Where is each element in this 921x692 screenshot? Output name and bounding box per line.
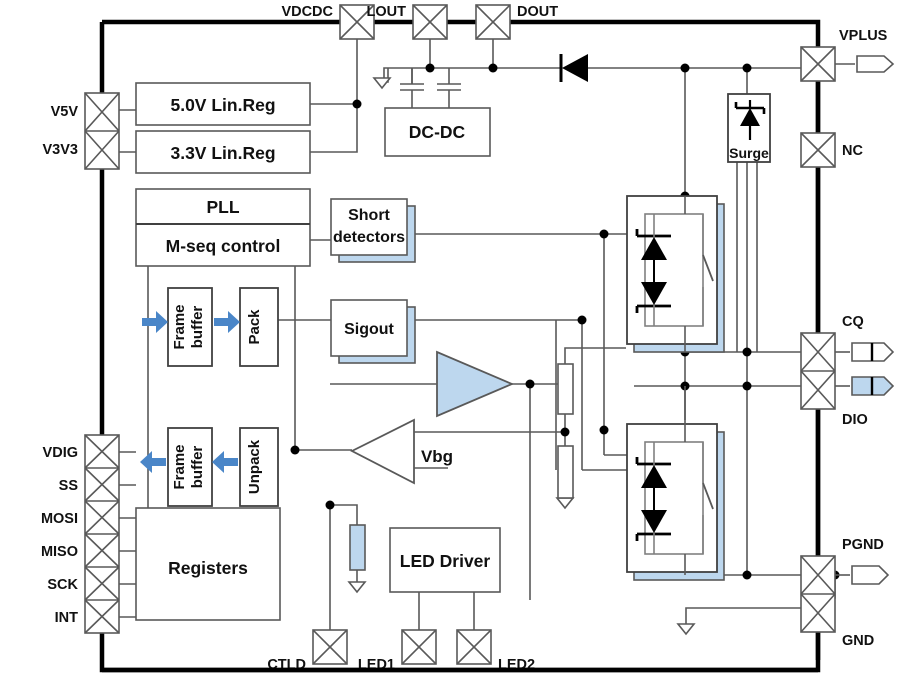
- pad-label-mosi: MOSI: [41, 511, 78, 527]
- pad-label-vplus: VPLUS: [839, 28, 888, 44]
- pad-label-cq: CQ: [842, 314, 864, 330]
- pad-label-pgnd: PGND: [842, 537, 884, 553]
- vbg-comparator: Vbg: [350, 418, 453, 485]
- block-label-mseq: M-seq control: [166, 236, 281, 256]
- pad-label-vdcdc: VDCDC: [281, 4, 333, 20]
- pad-block-pgnd-gnd[interactable]: PGND GND: [800, 537, 890, 649]
- block-sigout: Sigout: [330, 299, 416, 364]
- block-registers: Registers: [135, 507, 281, 621]
- pad-nc[interactable]: NC: [800, 132, 863, 168]
- pad-vplus[interactable]: VPLUS: [800, 28, 895, 82]
- block-label-led-driver: LED Driver: [400, 551, 491, 571]
- resistor-divider-top: [557, 363, 574, 415]
- pad-label-vdig: VDIG: [43, 445, 78, 461]
- block-label-unpack: Unpack: [246, 439, 263, 494]
- block-label-vbg: Vbg: [421, 447, 453, 466]
- block-lin-reg-5v: 5.0V Lin.Reg: [135, 82, 311, 126]
- pad-block-digital[interactable]: VDIG SS MOSI MISO SCK INT: [41, 434, 120, 634]
- output-switch-high-side: [626, 195, 725, 353]
- block-frame-buffer-rx: Frame buffer: [167, 427, 213, 507]
- blocking-diode: [559, 54, 588, 82]
- block-short-detectors: Short detectors: [330, 198, 416, 263]
- block-surge: Surge: [727, 93, 771, 163]
- block-unpack: Unpack: [239, 427, 279, 507]
- pad-label-lout: LOUT: [367, 4, 407, 20]
- flow-arrow-tx-2: [214, 311, 240, 333]
- block-label-lin-reg-3v3: 3.3V Lin.Reg: [170, 143, 275, 163]
- block-dcdc: DC-DC: [384, 107, 491, 157]
- pad-label-miso: MISO: [41, 544, 78, 560]
- pad-ctld[interactable]: CTLD: [267, 629, 348, 673]
- block-lin-reg-3v3: 3.3V Lin.Reg: [135, 130, 311, 174]
- output-switch-low-side: [626, 386, 725, 581]
- block-label-sigout: Sigout: [344, 321, 394, 338]
- resistor-divider-bottom: [557, 445, 574, 499]
- buffer-amplifier: [436, 350, 515, 418]
- flow-arrow-rx-1: [140, 451, 166, 473]
- pad-label-v5v: V5V: [51, 104, 79, 120]
- block-label-lin-reg-5v: 5.0V Lin.Reg: [170, 95, 275, 115]
- pad-label-sck: SCK: [47, 577, 78, 593]
- block-label-pack: Pack: [246, 309, 263, 345]
- pad-led2[interactable]: LED2: [456, 629, 535, 673]
- block-label-frame-buffer-rx-2: buffer: [189, 446, 206, 489]
- pad-label-v3v3: V3V3: [43, 142, 78, 158]
- block-pack: Pack: [239, 287, 279, 367]
- flow-arrow-rx-2: [212, 451, 238, 473]
- block-label-short-detectors-2: detectors: [333, 229, 405, 246]
- block-label-pll: PLL: [206, 197, 239, 217]
- block-label-frame-buffer-rx-1: Frame: [171, 444, 188, 489]
- connector-vplus: [856, 55, 895, 73]
- pad-led1[interactable]: LED1: [358, 629, 437, 673]
- block-label-short-detectors-1: Short: [348, 207, 390, 224]
- pad-label-nc: NC: [842, 143, 863, 159]
- pad-label-int: INT: [55, 610, 79, 626]
- pad-label-gnd: GND: [842, 633, 874, 649]
- ic-block-diagram: VDCDC LOUT DOUT V5V V3V3 VDIG SS MOSI MI…: [41, 4, 895, 673]
- pad-label-dout: DOUT: [517, 4, 558, 20]
- pad-block-cq-dio[interactable]: CQ DIO: [800, 314, 895, 428]
- flow-arrow-tx-1: [142, 311, 168, 333]
- resistor-ctld: [349, 524, 366, 571]
- block-label-registers: Registers: [168, 558, 248, 578]
- block-label-dcdc: DC-DC: [409, 122, 466, 142]
- block-led-driver: LED Driver: [389, 527, 501, 593]
- block-label-frame-buffer-tx-2: buffer: [189, 306, 206, 349]
- block-frame-buffer-tx: Frame buffer: [167, 287, 213, 367]
- connector-pgnd: [851, 565, 890, 585]
- block-label-frame-buffer-tx-1: Frame: [171, 304, 188, 349]
- block-diagram-canvas: VDCDC LOUT DOUT V5V V3V3 VDIG SS MOSI MI…: [0, 0, 921, 692]
- block-label-surge: Surge: [729, 145, 769, 161]
- pad-label-dio: DIO: [842, 412, 868, 428]
- pad-block-power[interactable]: V5V V3V3: [43, 92, 120, 170]
- block-pll-mseq: PLL M-seq control: [135, 188, 311, 267]
- pad-label-ss: SS: [59, 478, 79, 494]
